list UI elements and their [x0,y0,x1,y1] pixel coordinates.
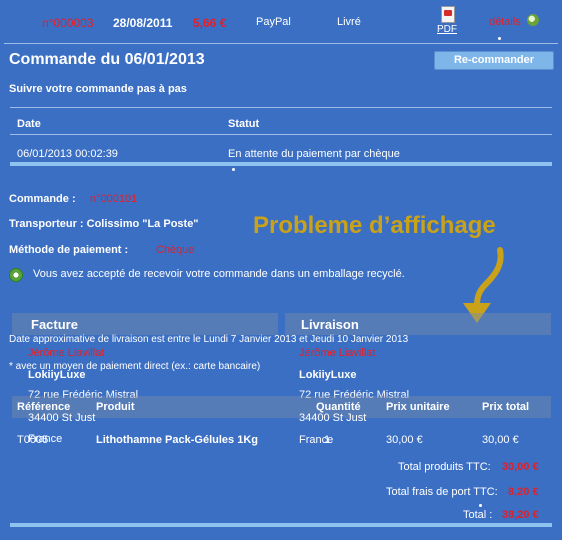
annotation-text: Probleme d’affichage [253,212,496,239]
invoice-title: Facture [31,317,78,332]
payment-method-label: Méthode de paiement : [9,244,129,256]
bullet-dot [479,504,482,507]
order-number-value: n°000101 [90,193,138,205]
divider [4,43,558,44]
status-row-date: 06/01/2013 00:02:39 [17,148,118,160]
reorder-button[interactable]: Re-commander [434,51,554,70]
total-products-value: 30,00 € [502,461,539,473]
order-number-label: Commande : [9,193,76,205]
total-shipping-label: Total frais de port TTC: [386,486,498,498]
details-icon[interactable] [527,14,539,26]
total-products-label: Total produits TTC: [398,461,491,473]
table-bottom-bar [10,162,552,166]
divider [10,134,552,135]
recycle-note: Vous avez accepté de recevoir votre comm… [33,268,405,280]
divider [10,107,552,108]
product-name[interactable]: Lithothamne Pack-Gélules 1Kg [96,434,258,446]
invoice-name: Jérôme Liavillat [28,347,105,359]
page-title: Commande du 06/01/2013 [9,51,205,68]
order-payment: PayPal [256,16,291,28]
total-label: Total : [463,509,493,521]
invoice-company: LokiiyLuxe [28,369,86,381]
recycle-icon [9,268,23,282]
carrier-label: Transporteur : Colissimo "La Poste" [9,218,199,230]
product-total-price: 30,00 € [482,434,519,446]
order-amount: 5,66 € [193,16,227,30]
product-ref: T0005 [17,434,49,446]
status-col-status: Statut [228,118,260,130]
col-unit-price: Prix unitaire [386,401,450,413]
payment-method-value: Chèque [156,244,195,256]
delivery-date-note: Date approximative de livraison est entr… [9,334,409,345]
pdf-link[interactable]: PDF [437,24,457,35]
delivery-city: 34400 St Just [299,412,367,424]
invoice-city: 34400 St Just [28,412,96,424]
pdf-icon[interactable] [441,6,455,23]
total-shipping-value: 8,20 € [508,486,539,498]
col-total-price: Prix total [482,401,530,413]
delivery-company: LokiiyLuxe [299,369,357,381]
details-link[interactable]: détails [489,16,521,28]
order-date: 28/08/2011 [113,16,173,30]
order-ref-link[interactable]: n°000003 [42,16,94,30]
product-qty: 1 [324,434,331,446]
bullet-dot [498,37,501,40]
product-unit-price: 30,00 € [386,434,423,446]
total-value: 38,20 € [502,509,539,521]
bullet-dot [232,168,235,171]
delivery-title: Livraison [301,317,359,332]
order-status: Livré [337,16,361,28]
status-col-date: Date [17,118,41,130]
track-heading: Suivre votre commande pas à pas [9,83,187,95]
col-product: Produit [96,401,135,413]
table-bottom-bar [10,523,552,527]
status-row-status: En attente du paiement par chèque [228,148,400,160]
delivery-name: Jérôme Liavillat [299,347,376,359]
